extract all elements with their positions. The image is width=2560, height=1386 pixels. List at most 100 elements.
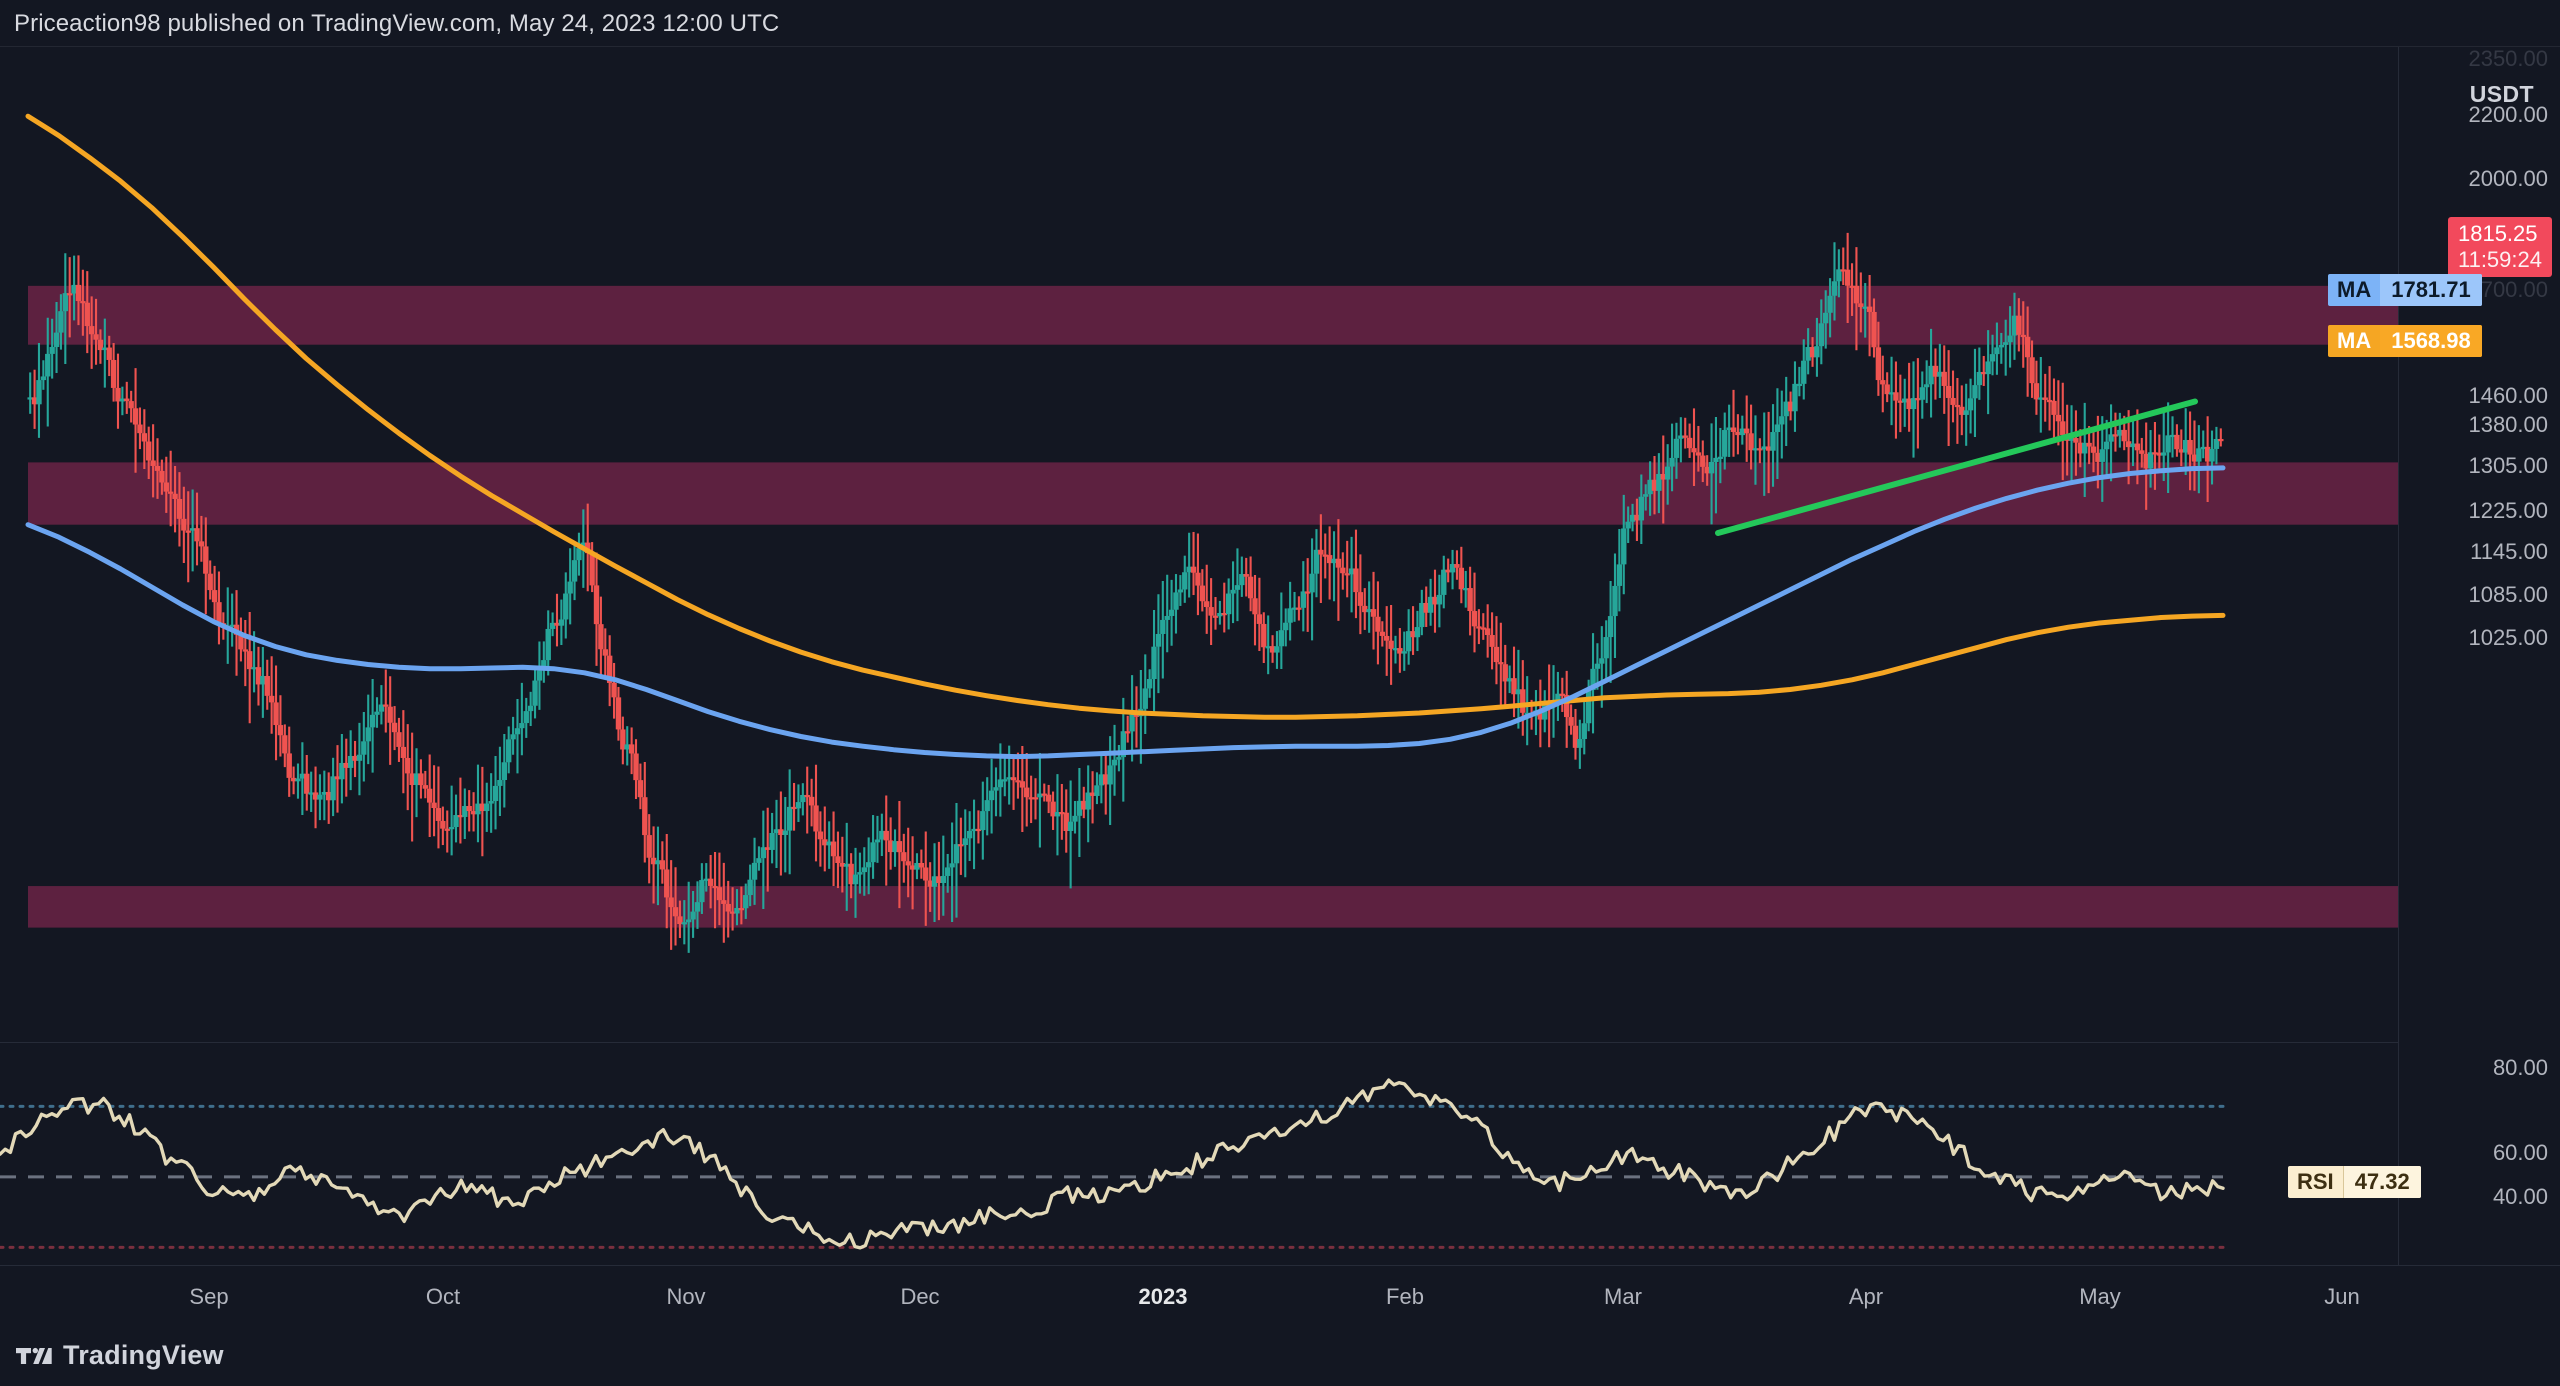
candle-body	[1603, 637, 1609, 659]
last-price-badge[interactable]: 1815.25 11:59:24	[2447, 217, 2552, 277]
candle-body	[1796, 383, 1803, 387]
candle-body	[1945, 385, 1952, 398]
rsi-svg	[0, 1078, 2225, 1250]
candle-body	[1353, 568, 1359, 593]
candle-body	[75, 284, 82, 302]
candle-body	[563, 593, 569, 620]
candle-body	[426, 788, 433, 803]
candle-body	[1743, 428, 1750, 434]
candle-body	[1880, 380, 1886, 385]
candle-body	[1278, 630, 1285, 647]
candle-body	[905, 861, 911, 866]
candle-body	[1498, 662, 1504, 665]
candle-body	[1467, 588, 1473, 612]
candle-body	[1831, 281, 1838, 296]
candle-body	[2007, 335, 2013, 343]
candle-body	[1919, 387, 1925, 400]
candle-body	[1695, 452, 1702, 456]
candle-body	[137, 424, 143, 434]
candle-body	[2187, 439, 2193, 455]
candle-body	[369, 714, 376, 728]
candle-body	[128, 401, 134, 409]
candle-body	[901, 852, 907, 862]
candle-body	[1730, 427, 1737, 432]
time-tick: Feb	[1386, 1284, 1424, 1309]
candle-body	[1375, 616, 1381, 632]
candle-body	[870, 842, 876, 863]
candle-body	[1019, 781, 1026, 788]
last-price-value: 1815.25	[2457, 221, 2538, 247]
candle-body	[1866, 306, 1873, 312]
candle-body	[1801, 360, 1807, 384]
candle-body	[1985, 361, 1991, 375]
candle-body	[1384, 635, 1390, 641]
tradingview-logo-icon	[16, 1347, 52, 1364]
candle-body	[690, 911, 696, 920]
price-axis[interactable]: USDT 2350.00 2200.00 2000.00 1700.00 146…	[2328, 46, 2560, 1037]
ma200-badge-tag: MA	[2337, 328, 2372, 353]
candle-body	[865, 862, 872, 868]
candle-body	[203, 546, 209, 574]
candle-body	[286, 753, 292, 778]
candle-body	[2042, 397, 2048, 400]
candle-body	[1388, 640, 1394, 649]
candle-body	[1173, 592, 1179, 610]
candle-body	[769, 832, 775, 850]
candle-body	[198, 541, 205, 547]
candle-body	[1230, 589, 1236, 594]
candle-body	[1124, 731, 1131, 734]
candle-body	[861, 867, 867, 873]
candle-body	[571, 560, 578, 582]
candle-body	[725, 903, 731, 912]
time-axis[interactable]: Sep Oct Nov Dec 2023 Feb Mar Apr May Jun	[0, 1266, 2398, 1326]
candle-body	[694, 902, 701, 912]
candle-body	[1779, 416, 1785, 425]
candle-body	[1129, 714, 1135, 732]
rsi-tick: 80.00	[2492, 1055, 2548, 1080]
candle-body	[2086, 442, 2092, 447]
candle-body	[1195, 572, 1201, 586]
candle-body	[1774, 424, 1781, 433]
candle-body	[1823, 312, 1829, 324]
candle-body	[1717, 456, 1724, 459]
candle-body	[1072, 815, 1078, 822]
candle-body	[1204, 601, 1210, 608]
candle-body	[1296, 607, 1302, 610]
candle-body	[813, 805, 819, 832]
candle-body	[1893, 392, 1899, 401]
time-tick: Nov	[666, 1284, 706, 1309]
time-tick: Apr	[1848, 1284, 1884, 1309]
rsi-panel[interactable]	[0, 1043, 2398, 1265]
candle-body	[435, 808, 442, 821]
candle-body	[2020, 334, 2026, 338]
candle-body	[2134, 443, 2141, 451]
candle-body	[1814, 346, 1820, 358]
candle-body	[1989, 354, 1996, 362]
support-zone-1145	[28, 886, 2398, 928]
candle-body	[1379, 631, 1386, 636]
rsi-axis[interactable]: 80.00 60.00 40.00 RSI 47.32	[2288, 1043, 2560, 1265]
candle-body	[743, 895, 749, 909]
candle-body	[940, 875, 947, 883]
candle-body	[808, 796, 815, 806]
candle-body	[1792, 383, 1798, 412]
candle-body	[628, 744, 635, 754]
ma100-badge[interactable]: MA 1781.71	[2328, 274, 2482, 306]
candle-body	[1357, 592, 1364, 606]
candle-body	[532, 680, 538, 706]
candle-body	[747, 879, 753, 896]
rsi-badge-value: 47.32	[2342, 1166, 2421, 1198]
candle-body	[1256, 614, 1263, 624]
candle-body	[1190, 566, 1197, 573]
ma200-badge[interactable]: MA 1568.98	[2328, 325, 2482, 357]
time-tick: Jun	[2324, 1284, 2360, 1309]
rsi-badge[interactable]: RSI 47.32	[2288, 1166, 2421, 1198]
price-tick: 1025.00	[2468, 625, 2548, 650]
candle-body	[567, 581, 573, 594]
price-chart-plot[interactable]: 200-Day Moving Average 100-Day Moving Av…	[0, 47, 2398, 1037]
candle-body	[268, 695, 275, 703]
tradingview-logo[interactable]: TradingView	[16, 1340, 224, 1371]
price-tick: 1225.00	[2468, 498, 2548, 523]
candle-body	[1700, 455, 1706, 467]
candle-body	[159, 470, 165, 483]
